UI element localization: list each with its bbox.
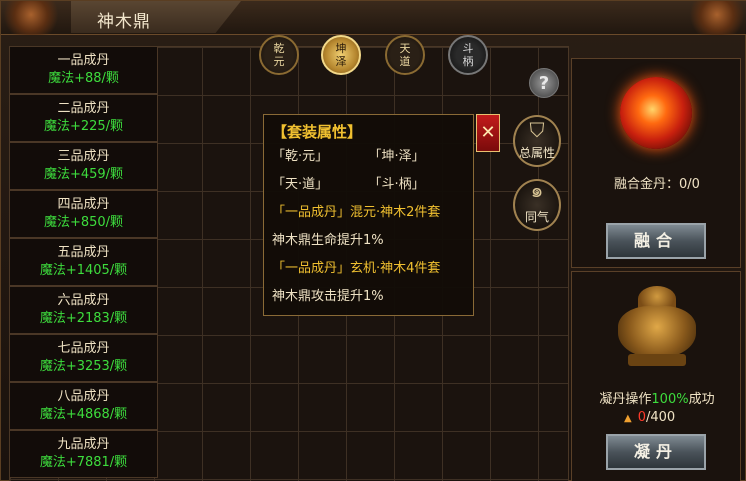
pill-item[interactable]: 六品成丹 魔法+2183/颗 [9, 286, 158, 334]
popup-set-names-row-1: 「乾·元」 「坤·泽」 [272, 143, 465, 171]
pill-name: 二品成丹 [57, 101, 110, 116]
tab-dou-bing[interactable]: 斗 柄 [448, 35, 488, 75]
pill-name: 八品成丹 [57, 389, 110, 404]
tab-label-bottom: 柄 [462, 55, 474, 68]
fusion-button[interactable]: 融合 [606, 223, 706, 259]
tab-label-top: 斗 [462, 42, 474, 55]
pill-bonus: 魔法+225/颗 [43, 119, 124, 134]
set-name: 「坤·泽」 [368, 149, 425, 164]
set-attributes-popup: 【套装属性】 「乾·元」 「坤·泽」 「天·道」 「斗·柄」 「一品成丹」混元·… [263, 114, 474, 316]
refine-rate-percent: 100% [651, 392, 689, 407]
pill-item[interactable]: 三品成丹 魔法+459/颗 [9, 142, 158, 190]
help-icon[interactable]: ? [529, 68, 559, 98]
cauldron-icon [612, 284, 702, 368]
pill-name: 三品成丹 [57, 149, 110, 164]
pill-list: 一品成丹 魔法+88/颗 二品成丹 魔法+225/颗 三品成丹 魔法+459/颗… [9, 46, 158, 478]
window-title: 神木鼎 [97, 12, 151, 32]
total-attributes-label: 总属性 [518, 146, 555, 160]
pill-name: 四品成丹 [57, 197, 110, 212]
set-bonus-1-effect: 神木鼎生命提升1% [272, 233, 384, 248]
pill-item[interactable]: 五品成丹 魔法+1405/颗 [9, 238, 158, 286]
pill-bonus: 魔法+3253/颗 [39, 359, 128, 374]
cauldron-base [628, 354, 686, 366]
popup-close-button[interactable]: ✕ [476, 114, 500, 152]
pill-name: 一品成丹 [57, 53, 110, 68]
refine-progress-current: 0 [637, 410, 646, 425]
popup-set-names-row-2: 「天·道」 「斗·柄」 [272, 171, 465, 199]
tab-label-bottom: 元 [273, 55, 285, 68]
title-bar[interactable]: 神木鼎 [1, 1, 746, 35]
refine-progress-total: /400 [645, 410, 676, 425]
total-attributes-button[interactable]: ⛉ 总属性 [513, 115, 561, 167]
pill-name: 七品成丹 [57, 341, 110, 356]
pill-name: 六品成丹 [57, 293, 110, 308]
refine-panel: 凝丹操作100%成功 ▲ 0/400 凝丹 [571, 271, 741, 481]
pill-item[interactable]: 七品成丹 魔法+3253/颗 [9, 334, 158, 382]
popup-title: 【套装属性】 [272, 123, 363, 141]
pill-name: 九品成丹 [57, 437, 110, 452]
robe-icon: ⛉ [529, 118, 545, 142]
fusion-count-label: 融合金丹：0/0 [614, 177, 700, 192]
refine-rate-prefix: 凝丹操作 [599, 392, 652, 407]
set-bonus-2-effect: 神木鼎攻击提升1% [272, 289, 384, 304]
pill-bonus: 魔法+88/颗 [48, 71, 119, 86]
pill-item[interactable]: 四品成丹 魔法+850/颗 [9, 190, 158, 238]
pill-name: 五品成丹 [57, 245, 110, 260]
tab-kun-ze[interactable]: 坤 泽 [321, 35, 361, 75]
cauldron-body [618, 306, 696, 358]
set-name: 「乾·元」 [272, 149, 329, 164]
same-qi-label: 同气 [524, 210, 549, 224]
pill-bonus: 魔法+850/颗 [43, 215, 124, 230]
tab-label-top: 坤 [335, 42, 347, 55]
same-qi-button[interactable]: ๑ 同气 [513, 178, 561, 231]
pill-bonus: 魔法+7881/颗 [39, 455, 128, 470]
fire-orb-icon [620, 77, 692, 149]
set-bonus-1-title: 「一品成丹」混元·神木2件套 [272, 205, 441, 220]
fusion-panel: 融合金丹：0/0 融合 [571, 58, 741, 268]
set-bonus-2-title: 「一品成丹」玄机·神木4件套 [272, 261, 441, 276]
tab-tian-dao[interactable]: 天 道 [385, 35, 425, 75]
swirl-icon: ๑ [530, 178, 544, 202]
refine-rate-suffix: 成功 [688, 392, 715, 407]
tab-label-bottom: 道 [399, 55, 411, 68]
refine-rate-label: 凝丹操作100%成功 [572, 388, 742, 407]
pill-bonus: 魔法+2183/颗 [39, 311, 128, 326]
dragon-ornament-left-icon [1, 1, 61, 35]
tab-label-bottom: 泽 [335, 55, 347, 68]
pill-bonus: 魔法+1405/颗 [39, 263, 128, 278]
tab-label-top: 天 [399, 42, 411, 55]
refine-progress: ▲ 0/400 [624, 410, 675, 425]
shenmu-ding-window: 神木鼎 一品成丹 魔法+88/颗 二品成丹 魔法+225/颗 三品成丹 魔法+4… [0, 0, 746, 481]
set-name: 「天·道」 [272, 177, 329, 192]
pill-item[interactable]: 一品成丹 魔法+88/颗 [9, 46, 158, 94]
dragon-ornament-right-icon [687, 1, 746, 35]
pill-item[interactable]: 九品成丹 魔法+7881/颗 [9, 430, 158, 478]
set-name: 「斗·柄」 [368, 177, 425, 192]
pill-bonus: 魔法+4868/颗 [39, 407, 128, 422]
pill-bonus: 魔法+459/颗 [43, 167, 124, 182]
pill-item[interactable]: 二品成丹 魔法+225/颗 [9, 94, 158, 142]
tab-label-top: 乾 [273, 42, 285, 55]
flame-icon: ▲ [624, 413, 632, 424]
pill-item[interactable]: 八品成丹 魔法+4868/颗 [9, 382, 158, 430]
refine-button[interactable]: 凝丹 [606, 434, 706, 470]
set-tabs: 乾 元 坤 泽 天 道 斗 柄 [259, 35, 489, 75]
tab-qian-yuan[interactable]: 乾 元 [259, 35, 299, 75]
